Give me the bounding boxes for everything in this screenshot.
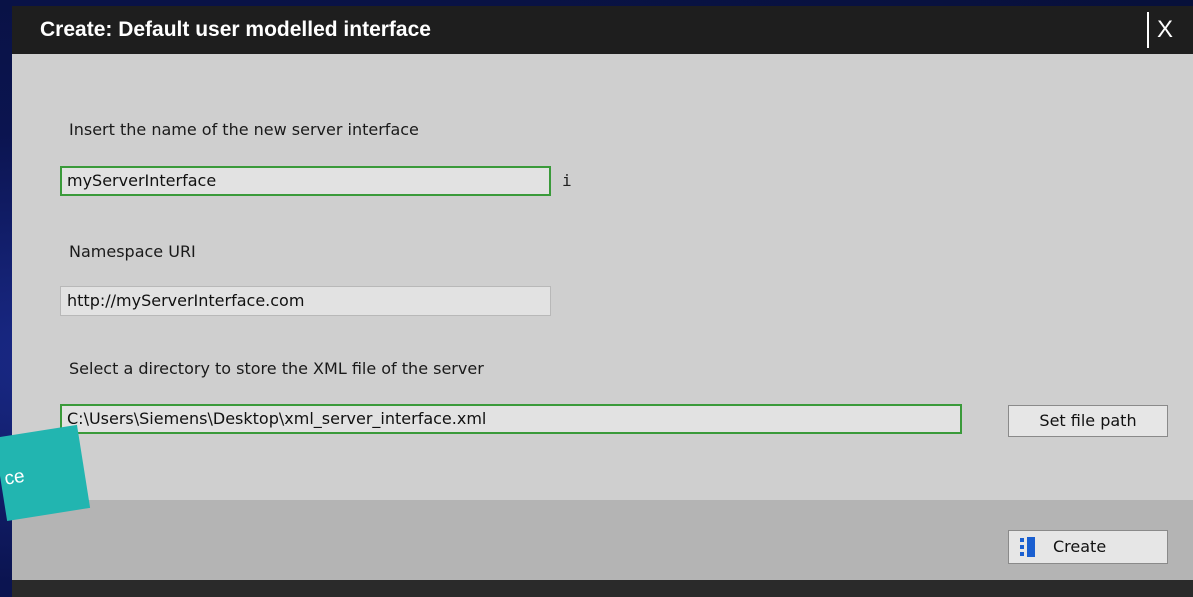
name-label: Insert the name of the new server interf… (69, 120, 419, 139)
namespace-label: Namespace URI (69, 242, 196, 261)
dialog-title: Create: Default user modelled interface (40, 18, 431, 41)
title-divider (1147, 12, 1149, 48)
create-icon (1020, 537, 1035, 557)
bottom-strip (12, 580, 1193, 597)
file-path-input[interactable]: C:\Users\Siemens\Desktop\xml_server_inte… (60, 404, 962, 434)
create-interface-dialog: Create: Default user modelled interface … (12, 6, 1193, 597)
create-button[interactable]: Create (1008, 530, 1168, 564)
info-icon[interactable]: i (562, 171, 572, 190)
directory-label: Select a directory to store the XML file… (69, 359, 484, 378)
interface-name-input[interactable]: myServerInterface (60, 166, 551, 196)
title-bar: Create: Default user modelled interface … (12, 6, 1193, 54)
callout-text: ce (2, 465, 27, 490)
close-button[interactable]: X (1157, 14, 1187, 46)
create-button-label: Create (1053, 537, 1107, 556)
set-file-path-button[interactable]: Set file path (1008, 405, 1168, 437)
annotation-callout: ce (0, 424, 91, 521)
namespace-uri-input[interactable]: http://myServerInterface.com (60, 286, 551, 316)
